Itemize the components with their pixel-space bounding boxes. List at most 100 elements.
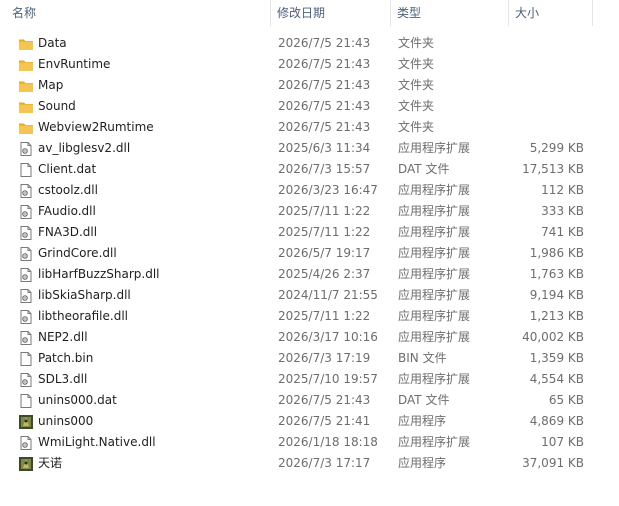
file-row[interactable]: GrindCore.dll 2026/5/7 19:17 应用程序扩展 1,986 K…: [0, 243, 619, 264]
file-date-modified: 2025/4/26 2:37: [278, 267, 371, 281]
file-type: 文件夹: [398, 120, 435, 134]
file-row[interactable]: FNA3D.dll 2025/7/11 1:22 应用程序扩展 741 KB: [0, 222, 619, 243]
file-type: 文件夹: [398, 78, 435, 92]
file-type: 应用程序扩展: [398, 225, 471, 239]
file-list: Data 2026/7/5 21:43 文件夹 EnvRuntime 2026/7/5…: [0, 33, 619, 474]
app-icon: [18, 456, 34, 472]
file-name: Data: [38, 36, 67, 50]
column-header-type[interactable]: 类型: [390, 0, 508, 26]
app-icon: [18, 414, 34, 430]
file-date-modified: 2026/7/5 21:43: [278, 78, 371, 92]
file-row[interactable]: Webview2Rumtime 2026/7/5 21:43 文件夹: [0, 117, 619, 138]
file-row[interactable]: SDL3.dll 2025/7/10 19:57 应用程序扩展 4,554 KB: [0, 369, 619, 390]
file-date-modified: 2026/7/5 21:43: [278, 99, 371, 113]
file-size: 17,513 KB: [522, 162, 584, 176]
file-size: 4,869 KB: [529, 414, 584, 428]
file-name: SDL3.dll: [38, 372, 88, 386]
file-type: 文件夹: [398, 36, 435, 50]
file-date-modified: 2025/6/3 11:34: [278, 141, 371, 155]
file-type: 应用程序扩展: [398, 288, 471, 302]
dll-file-icon: [18, 246, 34, 262]
file-type: 应用程序扩展: [398, 435, 471, 449]
file-row[interactable]: NEP2.dll 2026/3/17 10:16 应用程序扩展 40,002 KB: [0, 327, 619, 348]
file-size: 1,359 KB: [529, 351, 584, 365]
folder-icon: [18, 99, 34, 115]
file-name: libSkiaSharp.dll: [38, 288, 131, 302]
file-size: 741 KB: [541, 225, 584, 239]
dll-file-icon: [18, 288, 34, 304]
file-row[interactable]: Sound 2026/7/5 21:43 文件夹: [0, 96, 619, 117]
file-name: NEP2.dll: [38, 330, 88, 344]
dll-file-icon: [18, 372, 34, 388]
file-row[interactable]: 天诺 2026/7/3 17:17 应用程序 37,091 KB: [0, 453, 619, 474]
file-name: Patch.bin: [38, 351, 94, 365]
file-type: 应用程序扩展: [398, 246, 471, 260]
column-header-name[interactable]: 名称: [0, 0, 270, 26]
file-row[interactable]: unins000 2026/7/5 21:41 应用程序 4,869 KB: [0, 411, 619, 432]
file-row[interactable]: Client.dat 2026/7/3 15:57 DAT 文件 17,513 KB: [0, 159, 619, 180]
file-date-modified: 2026/7/5 21:41: [278, 414, 371, 428]
folder-icon: [18, 36, 34, 52]
file-size: 37,091 KB: [522, 456, 584, 470]
file-name: GrindCore.dll: [38, 246, 117, 260]
folder-icon: [18, 78, 34, 94]
file-date-modified: 2026/1/18 18:18: [278, 435, 378, 449]
file-date-modified: 2026/7/5 21:43: [278, 393, 371, 407]
file-date-modified: 2026/7/5 21:43: [278, 57, 371, 71]
file-size: 333 KB: [541, 204, 584, 218]
file-row[interactable]: Map 2026/7/5 21:43 文件夹: [0, 75, 619, 96]
file-row[interactable]: av_libglesv2.dll 2025/6/3 11:34 应用程序扩展 5,29…: [0, 138, 619, 159]
file-type: 应用程序: [398, 456, 447, 470]
file-type: 应用程序扩展: [398, 309, 471, 323]
file-name: WmiLight.Native.dll: [38, 435, 156, 449]
folder-icon: [18, 57, 34, 73]
file-name: FNA3D.dll: [38, 225, 98, 239]
file-size: 107 KB: [541, 435, 584, 449]
file-date-modified: 2026/7/5 21:43: [278, 36, 371, 50]
file-row[interactable]: cstoolz.dll 2026/3/23 16:47 应用程序扩展 112 KB: [0, 180, 619, 201]
file-name: 天诺: [38, 456, 63, 470]
file-row[interactable]: Patch.bin 2026/7/3 17:19 BIN 文件 1,359 KB: [0, 348, 619, 369]
file-row[interactable]: Data 2026/7/5 21:43 文件夹: [0, 33, 619, 54]
file-type: 应用程序扩展: [398, 183, 471, 197]
blank-file-icon: [18, 162, 34, 178]
dll-file-icon: [18, 267, 34, 283]
dll-file-icon: [18, 435, 34, 451]
dll-file-icon: [18, 225, 34, 241]
column-header-size[interactable]: 大小: [508, 0, 593, 26]
file-date-modified: 2026/3/23 16:47: [278, 183, 378, 197]
file-date-modified: 2026/7/3 17:19: [278, 351, 371, 365]
file-date-modified: 2025/7/10 19:57: [278, 372, 378, 386]
file-size: 4,554 KB: [529, 372, 584, 386]
file-row[interactable]: libSkiaSharp.dll 2024/11/7 21:55 应用程序扩展 9,1…: [0, 285, 619, 306]
file-date-modified: 2025/7/11 1:22: [278, 225, 371, 239]
file-date-modified: 2024/11/7 21:55: [278, 288, 378, 302]
folder-icon: [18, 120, 34, 136]
file-row[interactable]: EnvRuntime 2026/7/5 21:43 文件夹: [0, 54, 619, 75]
file-type: 应用程序扩展: [398, 330, 471, 344]
file-row[interactable]: WmiLight.Native.dll 2026/1/18 18:18 应用程序扩展…: [0, 432, 619, 453]
file-name: Sound: [38, 99, 76, 113]
file-name: FAudio.dll: [38, 204, 96, 218]
sort-ascending-icon: ^: [136, 0, 144, 6]
file-row[interactable]: FAudio.dll 2025/7/11 1:22 应用程序扩展 333 KB: [0, 201, 619, 222]
file-date-modified: 2025/7/11 1:22: [278, 204, 371, 218]
column-header-date[interactable]: 修改日期: [270, 0, 390, 26]
file-row[interactable]: libHarfBuzzSharp.dll 2025/4/26 2:37 应用程序扩展…: [0, 264, 619, 285]
file-size: 112 KB: [541, 183, 584, 197]
file-size: [508, 75, 584, 96]
dll-file-icon: [18, 309, 34, 325]
file-name: libHarfBuzzSharp.dll: [38, 267, 160, 281]
file-size: [508, 33, 584, 54]
blank-file-icon: [18, 351, 34, 367]
dll-file-icon: [18, 204, 34, 220]
file-size: [508, 117, 584, 138]
file-size: [508, 96, 584, 117]
file-row[interactable]: libtheorafile.dll 2025/7/11 1:22 应用程序扩展 1,2…: [0, 306, 619, 327]
file-size: 1,986 KB: [529, 246, 584, 260]
file-row[interactable]: unins000.dat 2026/7/5 21:43 DAT 文件 65 KB: [0, 390, 619, 411]
dll-file-icon: [18, 183, 34, 199]
column-header: 名称 ^ 修改日期 类型 大小: [0, 0, 619, 26]
file-type: BIN 文件: [398, 351, 447, 365]
file-type: DAT 文件: [398, 393, 450, 407]
